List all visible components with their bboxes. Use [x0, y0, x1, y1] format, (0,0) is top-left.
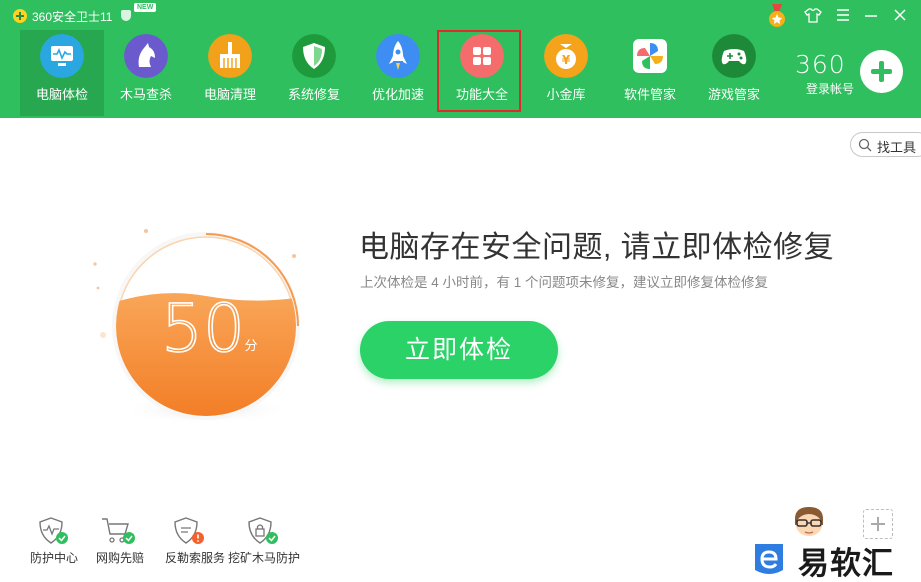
- svg-text:¥: ¥: [562, 53, 571, 67]
- login-account[interactable]: 360 登录帐号: [790, 48, 860, 98]
- cart-check-icon: [102, 518, 135, 544]
- nav-item-cleanup[interactable]: 电脑清理: [188, 30, 272, 116]
- bottom-label: 反勒索服务: [164, 551, 225, 565]
- nav-label: 游戏管家: [707, 87, 760, 102]
- menu-icon[interactable]: [834, 6, 852, 24]
- nav-label: 电脑清理: [203, 87, 256, 102]
- upgrade-icon[interactable]: [121, 10, 131, 21]
- top-bar: 360安全卫士11 NEW 电脑体检 木马查杀 电脑清理 系统修复 优化加速 功…: [0, 0, 921, 118]
- bottom-ransomware-service[interactable]: 反勒索服务: [155, 516, 235, 565]
- score-gauge: 50 分: [93, 229, 300, 424]
- bottom-shopping-guarantee[interactable]: 网购先赔: [80, 516, 160, 565]
- watermark: 易软汇: [745, 536, 921, 582]
- nav-item-checkup[interactable]: 电脑体检: [20, 30, 104, 116]
- search-icon: [858, 138, 872, 152]
- new-badge: NEW: [134, 3, 157, 12]
- nav-label: 木马查杀: [119, 87, 172, 102]
- watermark-logo-icon: [755, 544, 783, 574]
- app-title: 360安全卫士11: [32, 10, 113, 24]
- watermark-text: 易软汇: [798, 546, 894, 581]
- checkup-now-button[interactable]: 立即体检: [360, 321, 558, 379]
- brand-logo: 360: [795, 50, 846, 79]
- status-subline: 上次体检是 4 小时前，有 1 个问题项未修复，建议立即修复体检修复: [360, 275, 769, 290]
- shield-alert-icon: [174, 517, 204, 544]
- main-nav: 电脑体检 木马查杀 电脑清理 系统修复 优化加速 功能大全 ¥ 小金库 软件管家…: [20, 30, 780, 116]
- horse-icon: [124, 34, 168, 78]
- shield-icon: [292, 34, 336, 78]
- app-logo-icon: [13, 9, 27, 23]
- rocket-icon: [376, 34, 420, 78]
- add-account-icon[interactable]: [860, 50, 903, 93]
- title-bar: 360安全卫士11 NEW: [0, 0, 921, 30]
- nav-label: 电脑体检: [35, 87, 88, 102]
- close-icon[interactable]: [891, 6, 909, 24]
- pinwheel-icon: [633, 39, 667, 73]
- skin-icon[interactable]: [804, 6, 822, 24]
- minimize-icon[interactable]: [862, 6, 880, 24]
- bottom-label: 挖矿木马防护: [227, 551, 300, 565]
- nav-item-vault[interactable]: ¥ 小金库: [524, 30, 608, 116]
- shield-lock-icon: [248, 517, 278, 544]
- nav-item-trojan[interactable]: 木马查杀: [104, 30, 188, 116]
- nav-item-software[interactable]: 软件管家: [608, 30, 692, 116]
- nav-label: 系统修复: [287, 87, 340, 102]
- nav-label: 优化加速: [371, 87, 424, 102]
- score-value: 50: [161, 290, 245, 367]
- add-widget-button[interactable]: [863, 509, 893, 539]
- nav-item-games[interactable]: 游戏管家: [692, 30, 776, 116]
- nav-label: 软件管家: [623, 87, 676, 102]
- nav-label: 小金库: [546, 87, 586, 102]
- shield-heartbeat-icon: [39, 517, 68, 544]
- find-tool-label: 找工具: [877, 140, 917, 155]
- bottom-label: 网购先赔: [95, 551, 144, 565]
- coin-icon: ¥: [544, 34, 588, 78]
- broom-icon: [208, 34, 252, 78]
- status-headline: 电脑存在安全问题, 请立即体检修复: [359, 231, 835, 264]
- highlight-frame: [437, 30, 521, 112]
- monitor-icon: [40, 34, 84, 78]
- score-unit: 分: [244, 339, 257, 354]
- nav-item-speedup[interactable]: 优化加速: [356, 30, 440, 116]
- medal-icon[interactable]: [767, 4, 787, 28]
- login-label: 登录帐号: [806, 82, 855, 96]
- assistant-avatar[interactable]: [790, 505, 828, 537]
- gamepad-icon: [712, 34, 756, 78]
- find-tool-search[interactable]: 找工具: [850, 132, 921, 157]
- bottom-mining-protection[interactable]: 挖矿木马防护: [224, 516, 304, 565]
- nav-item-repair[interactable]: 系统修复: [272, 30, 356, 116]
